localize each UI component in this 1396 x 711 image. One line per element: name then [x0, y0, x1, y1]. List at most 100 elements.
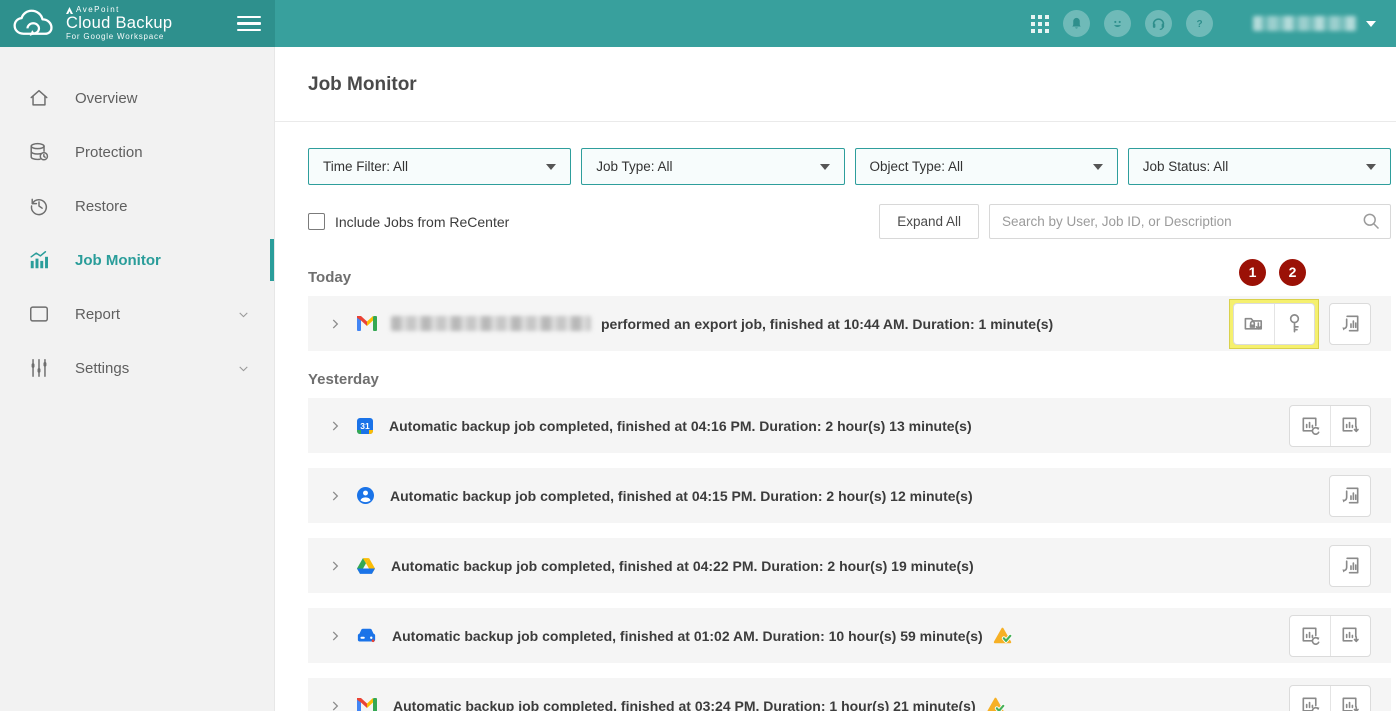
sidebar-nav: Overview Protection Restore — [0, 47, 275, 711]
shared-drives-icon — [357, 628, 376, 643]
row-actions: 1 2 — [1229, 299, 1371, 349]
google-drive-icon — [357, 558, 375, 574]
job-report-button[interactable] — [1330, 476, 1370, 516]
top-bar: AvePoint Cloud Backup For Google Workspa… — [0, 0, 1396, 47]
toolbar: Include Jobs from ReCenter Expand All — [308, 204, 1391, 239]
search-box — [989, 204, 1391, 239]
chevron-down-icon — [237, 308, 250, 321]
app-root: AvePoint Cloud Backup For Google Workspa… — [0, 0, 1396, 711]
row-actions — [1329, 545, 1371, 587]
main-content: Job Monitor Time Filter: All Job Type: A… — [275, 47, 1396, 711]
row-actions — [1289, 405, 1371, 447]
group-title-today: Today — [308, 269, 1391, 286]
job-description: Automatic backup job completed, finished… — [393, 698, 976, 711]
cloud-backup-logo-icon — [12, 8, 58, 40]
expand-row-chevron-icon[interactable] — [328, 489, 342, 503]
expand-row-chevron-icon[interactable] — [328, 699, 342, 711]
download-report-button[interactable] — [1330, 406, 1370, 446]
row-actions — [1329, 475, 1371, 517]
brand-logo: AvePoint Cloud Backup For Google Workspa… — [0, 0, 275, 47]
history-clock-icon — [28, 195, 50, 217]
sidebar-item-report[interactable]: Report — [0, 287, 274, 341]
job-status-dropdown[interactable]: Job Status: All — [1128, 148, 1391, 185]
job-description: performed an export job, finished at 10:… — [601, 316, 1053, 332]
report-board-icon — [28, 303, 50, 325]
dropdown-caret-icon — [820, 164, 830, 170]
avepoint-mark: AvePoint — [66, 6, 172, 14]
export-password-key-button[interactable] — [1274, 304, 1314, 344]
expand-row-chevron-icon[interactable] — [328, 317, 342, 331]
group-title-yesterday: Yesterday — [308, 371, 1391, 388]
avepoint-a-icon — [66, 7, 73, 14]
warning-with-check-icon — [986, 697, 1005, 711]
menu-hamburger-icon[interactable] — [237, 12, 261, 36]
job-row-contacts: Automatic backup job completed, finished… — [308, 468, 1391, 523]
download-report-button[interactable] — [1330, 616, 1370, 656]
sidebar-item-settings[interactable]: Settings — [0, 341, 274, 395]
support-headset-icon[interactable] — [1145, 10, 1172, 37]
dropdown-caret-icon — [546, 164, 556, 170]
sliders-icon — [28, 357, 50, 379]
feedback-smiley-icon[interactable] — [1104, 10, 1131, 37]
job-description: Automatic backup job completed, finished… — [392, 628, 983, 644]
annotation-badge-2: 2 — [1279, 259, 1306, 286]
gmail-icon — [357, 316, 377, 331]
object-type-dropdown[interactable]: Object Type: All — [855, 148, 1118, 185]
database-shield-icon — [28, 141, 50, 163]
notifications-bell-icon[interactable] — [1063, 10, 1090, 37]
expand-row-chevron-icon[interactable] — [328, 629, 342, 643]
search-input[interactable] — [989, 204, 1391, 239]
svg-text:?: ? — [1196, 19, 1202, 30]
google-contacts-icon — [357, 487, 374, 504]
sidebar-item-protection[interactable]: Protection — [0, 125, 274, 179]
product-tagline: For Google Workspace — [66, 33, 172, 41]
job-row-calendar: 31 Automatic backup job completed, finis… — [308, 398, 1391, 453]
dropdown-caret-icon — [1366, 164, 1376, 170]
row-actions — [1289, 615, 1371, 657]
expand-row-chevron-icon[interactable] — [328, 559, 342, 573]
expand-all-button[interactable]: Expand All — [879, 204, 979, 239]
job-description: Automatic backup job completed, finished… — [390, 488, 973, 504]
title-divider — [275, 121, 1396, 122]
user-menu-caret-icon — [1366, 21, 1376, 27]
user-email-blurred — [391, 316, 591, 331]
retry-report-button[interactable] — [1290, 406, 1330, 446]
retry-report-button[interactable] — [1290, 686, 1330, 711]
annotation-highlight: 1 2 — [1229, 299, 1319, 349]
home-icon — [28, 87, 50, 109]
gmail-icon — [357, 698, 377, 711]
user-menu[interactable] — [1253, 16, 1376, 31]
include-recenter-checkbox[interactable]: Include Jobs from ReCenter — [308, 213, 509, 230]
job-type-dropdown[interactable]: Job Type: All — [581, 148, 844, 185]
sidebar-item-job-monitor[interactable]: Job Monitor — [0, 233, 274, 287]
warning-with-check-icon — [993, 627, 1012, 644]
retry-report-button[interactable] — [1290, 616, 1330, 656]
chevron-down-icon — [237, 362, 250, 375]
sidebar-item-restore[interactable]: Restore — [0, 179, 274, 233]
download-export-data-button[interactable] — [1234, 304, 1274, 344]
brand-text: AvePoint Cloud Backup For Google Workspa… — [66, 6, 172, 41]
time-filter-dropdown[interactable]: Time Filter: All — [308, 148, 571, 185]
top-bar-actions: ? — [1031, 10, 1396, 37]
product-name: Cloud Backup — [66, 15, 172, 32]
annotation-badge-1: 1 — [1239, 259, 1266, 286]
download-report-button[interactable] — [1330, 686, 1370, 711]
google-calendar-icon: 31 — [357, 418, 373, 434]
row-actions — [1289, 685, 1371, 711]
page-title: Job Monitor — [275, 47, 1396, 96]
job-row-export: performed an export job, finished at 10:… — [308, 296, 1391, 351]
dropdown-caret-icon — [1093, 164, 1103, 170]
sidebar-item-overview[interactable]: Overview — [0, 71, 274, 125]
job-report-button[interactable] — [1330, 546, 1370, 586]
bar-chart-trend-icon — [28, 249, 50, 271]
apps-grid-icon[interactable] — [1031, 15, 1049, 33]
job-row-gmail: Automatic backup job completed, finished… — [308, 678, 1391, 711]
expand-row-chevron-icon[interactable] — [328, 419, 342, 433]
job-report-button[interactable] — [1330, 304, 1370, 344]
search-icon[interactable] — [1361, 211, 1381, 231]
job-description: Automatic backup job completed, finished… — [389, 418, 972, 434]
user-name-blurred — [1253, 16, 1357, 31]
filter-bar: Time Filter: All Job Type: All Object Ty… — [308, 148, 1391, 185]
checkbox-box[interactable] — [308, 213, 325, 230]
help-question-icon[interactable]: ? — [1186, 10, 1213, 37]
